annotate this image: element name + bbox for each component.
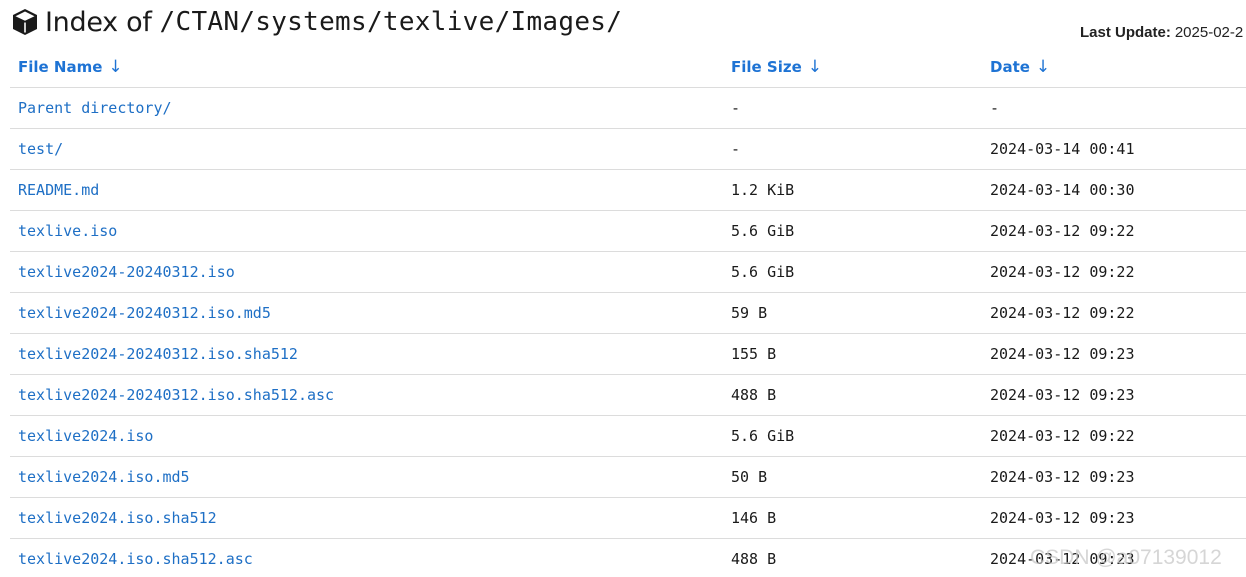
file-size: - bbox=[723, 128, 982, 170]
file-link[interactable]: texlive2024-20240312.iso.md5 bbox=[18, 304, 271, 322]
table-row: texlive2024.iso.sha512.asc 488 B 2024-03… bbox=[10, 538, 1246, 577]
file-link[interactable]: texlive2024.iso.md5 bbox=[18, 468, 190, 486]
file-link[interactable]: Parent directory/ bbox=[18, 99, 172, 117]
file-size: 59 B bbox=[723, 292, 982, 334]
file-date: - bbox=[982, 87, 1246, 129]
file-link[interactable]: README.md bbox=[18, 181, 99, 199]
cube-icon bbox=[10, 7, 40, 37]
file-link[interactable]: texlive2024.iso.sha512 bbox=[18, 509, 217, 527]
file-size: 1.2 KiB bbox=[723, 169, 982, 211]
arrow-down-icon: ↓ bbox=[807, 57, 823, 77]
file-link[interactable]: texlive2024.iso.sha512.asc bbox=[18, 550, 253, 568]
file-link[interactable]: texlive2024-20240312.iso bbox=[18, 263, 235, 281]
file-link[interactable]: texlive2024.iso bbox=[18, 427, 153, 445]
file-date: 2024-03-12 09:23 bbox=[982, 497, 1246, 539]
file-size: - bbox=[723, 87, 982, 129]
column-header-file-size-label: File Size bbox=[731, 58, 802, 76]
file-size: 50 B bbox=[723, 456, 982, 498]
file-size: 5.6 GiB bbox=[723, 415, 982, 457]
file-date: 2024-03-12 09:22 bbox=[982, 292, 1246, 334]
table-row: texlive2024.iso.sha512 146 B 2024-03-12 … bbox=[10, 497, 1246, 539]
file-listing-table: File Name ↓ File Size ↓ Date ↓ Parent direc… bbox=[10, 47, 1246, 577]
file-link[interactable]: test/ bbox=[18, 140, 63, 158]
file-link[interactable]: texlive2024-20240312.iso.sha512.asc bbox=[18, 386, 334, 404]
file-size: 488 B bbox=[723, 538, 982, 577]
column-header-date-label: Date bbox=[990, 58, 1030, 76]
table-row: texlive2024-20240312.iso.sha512 155 B 20… bbox=[10, 333, 1246, 375]
table-row: texlive2024-20240312.iso.sha512.asc 488 … bbox=[10, 374, 1246, 416]
file-size: 5.6 GiB bbox=[723, 210, 982, 252]
file-date: 2024-03-14 00:41 bbox=[982, 128, 1246, 170]
file-date: 2024-03-14 00:30 bbox=[982, 169, 1246, 211]
file-date: 2024-03-12 09:23 bbox=[982, 374, 1246, 416]
page-title-path: /CTAN/systems/texlive/Images/ bbox=[159, 7, 623, 37]
file-size: 155 B bbox=[723, 333, 982, 375]
column-header-file-name[interactable]: File Name ↓ bbox=[10, 47, 723, 88]
table-row: texlive2024-20240312.iso 5.6 GiB 2024-03… bbox=[10, 251, 1246, 293]
page-title-prefix: Index of bbox=[45, 6, 152, 38]
file-size: 5.6 GiB bbox=[723, 251, 982, 293]
table-row: README.md 1.2 KiB 2024-03-14 00:30 bbox=[10, 169, 1246, 211]
file-date: 2024-03-12 09:23 bbox=[982, 456, 1246, 498]
column-header-file-name-label: File Name bbox=[18, 58, 103, 76]
table-row: test/ - 2024-03-14 00:41 bbox=[10, 128, 1246, 170]
file-link[interactable]: texlive2024-20240312.iso.sha512 bbox=[18, 345, 298, 363]
file-date: 2024-03-12 09:22 bbox=[982, 251, 1246, 293]
file-link[interactable]: texlive.iso bbox=[18, 222, 117, 240]
last-update-value: 2025-02-2 bbox=[1174, 24, 1244, 41]
column-header-date[interactable]: Date ↓ bbox=[982, 47, 1246, 88]
table-header-row: File Name ↓ File Size ↓ Date ↓ bbox=[10, 47, 1246, 88]
file-date: 2024-03-12 09:22 bbox=[982, 210, 1246, 252]
file-date: 2024-03-12 09:22 bbox=[982, 415, 1246, 457]
file-size: 146 B bbox=[723, 497, 982, 539]
page-header: Index of /CTAN/systems/texlive/Images/ bbox=[10, 4, 622, 40]
table-row: texlive.iso 5.6 GiB 2024-03-12 09:22 bbox=[10, 210, 1246, 252]
table-row: texlive2024.iso 5.6 GiB 2024-03-12 09:22 bbox=[10, 415, 1246, 457]
table-row: texlive2024.iso.md5 50 B 2024-03-12 09:2… bbox=[10, 456, 1246, 498]
last-update-label: Last Update: bbox=[1080, 24, 1171, 41]
file-size: 488 B bbox=[723, 374, 982, 416]
file-date: 2024-03-12 09:23 bbox=[982, 333, 1246, 375]
table-row: Parent directory/ - - bbox=[10, 87, 1246, 129]
column-header-file-size[interactable]: File Size ↓ bbox=[723, 47, 982, 88]
table-row: texlive2024-20240312.iso.md5 59 B 2024-0… bbox=[10, 292, 1246, 334]
arrow-down-icon: ↓ bbox=[1035, 57, 1051, 77]
arrow-down-icon: ↓ bbox=[108, 57, 123, 77]
file-date: 2024-03-12 09:23 bbox=[982, 538, 1246, 577]
last-update: Last Update: 2025-02-2 bbox=[1080, 24, 1243, 41]
